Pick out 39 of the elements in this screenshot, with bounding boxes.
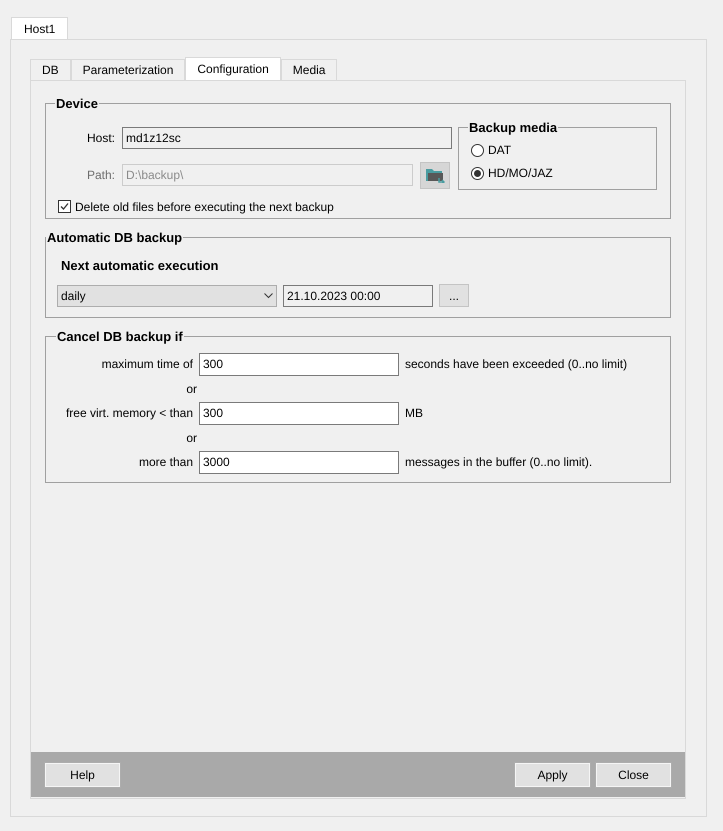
host-tab[interactable]: Host1: [11, 17, 68, 39]
frequency-dropdown[interactable]: daily: [57, 284, 277, 306]
more-button[interactable]: ...: [439, 284, 469, 307]
group-title: Automatic DB backup: [46, 229, 184, 247]
chevron-down-icon: [264, 292, 273, 298]
field-label: Host:: [86, 130, 115, 146]
tab[interactable]: Parameterization: [70, 59, 186, 80]
folder-icon: [425, 167, 445, 183]
radio-label: DAT: [488, 142, 512, 159]
checkbox[interactable]: [58, 200, 71, 213]
host-field[interactable]: md1z12sc: [122, 126, 452, 148]
help-button[interactable]: Help: [45, 762, 120, 786]
group-title: Device: [55, 95, 99, 113]
tab[interactable]: Media: [280, 59, 338, 80]
section-heading: Next automatic execution: [61, 256, 220, 274]
unit-label: messages in the buffer (0..no limit).: [405, 454, 592, 471]
tab[interactable]: Configuration: [185, 57, 281, 80]
close-button[interactable]: Close: [596, 762, 671, 786]
radio-label: HD/MO/JAZ: [488, 165, 553, 182]
connector-text: or: [186, 380, 197, 398]
group-title: Cancel DB backup if: [56, 328, 184, 346]
tab[interactable]: DB: [30, 59, 71, 80]
connector-text: or: [186, 430, 197, 446]
unit-label: MB: [405, 405, 423, 422]
checkbox-label: Delete old files before executing the next backup: [75, 198, 334, 216]
browse-button[interactable]: [420, 162, 450, 188]
unit-label: seconds have been exceeded (0..no limit): [405, 356, 628, 373]
group-title: Backup media: [468, 118, 558, 137]
apply-button[interactable]: Apply: [515, 762, 590, 786]
field-label: more than: [138, 454, 194, 471]
field-label: Path:: [86, 167, 115, 184]
field-label: free virt. memory < than: [64, 405, 194, 422]
input-field[interactable]: 300: [199, 402, 399, 424]
field-label: maximum time of: [100, 356, 194, 373]
radio-button[interactable]: [471, 144, 484, 156]
input-field[interactable]: 300: [199, 352, 399, 376]
radio-button[interactable]: [471, 166, 484, 180]
input-field[interactable]: 3000: [199, 450, 399, 474]
datetime-field[interactable]: 21.10.2023 00:00: [283, 284, 433, 306]
